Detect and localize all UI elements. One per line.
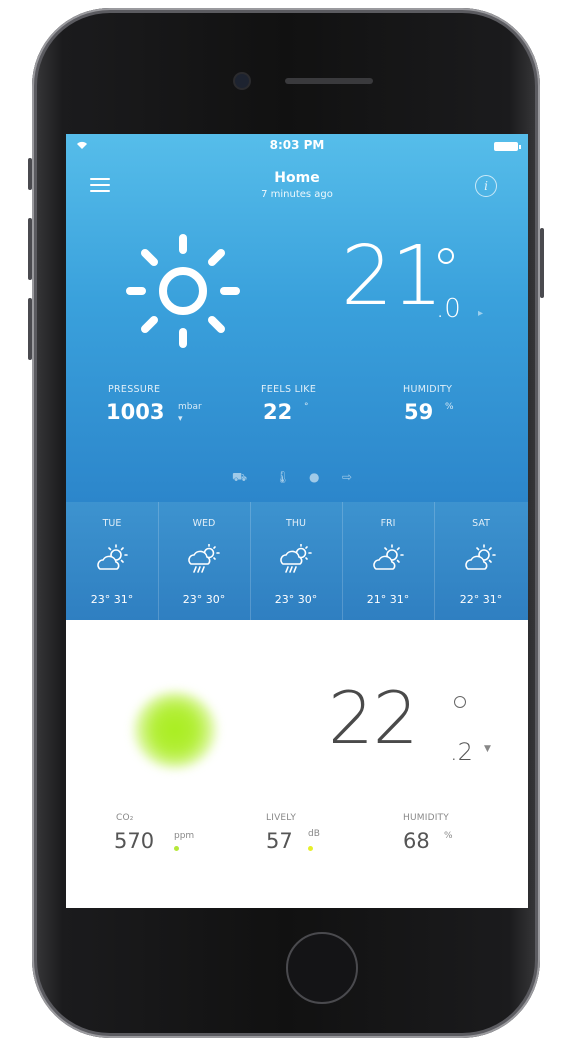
- pressure-value: 1003: [106, 400, 165, 424]
- forecast-day[interactable]: THU 23° 30°: [250, 502, 343, 620]
- outdoor-panel: 8:03 PM Home 7 minutes ago i 21 .0 ▸ PRE…: [66, 134, 528, 502]
- indoor-temperature-decimal: .2: [450, 738, 473, 766]
- module-icons-row: ⛟ 🌡︎ ● ⇨: [66, 470, 528, 490]
- pressure-trend-icon: ▾: [178, 414, 183, 424]
- forecast-day[interactable]: SAT 22° 31°: [434, 502, 528, 620]
- forecast-temps: 23° 31°: [90, 593, 134, 606]
- noise-value: 57: [266, 829, 293, 853]
- power-button: [540, 228, 544, 298]
- forecast-temps: 21° 31°: [366, 593, 410, 606]
- outdoor-temperature-decimal: .0: [436, 294, 461, 324]
- forecast-temps: 23° 30°: [182, 593, 226, 606]
- status-bar: 8:03 PM: [66, 134, 528, 156]
- rain-sun-icon: [188, 544, 220, 573]
- feels-like-label: FEELS LIKE: [261, 384, 317, 395]
- trend-arrow-icon: ▸: [478, 308, 484, 319]
- mute-switch: [28, 158, 32, 190]
- drop-icon[interactable]: ●: [309, 470, 319, 484]
- forecast-temps: 23° 30°: [274, 593, 318, 606]
- indoor-humidity-unit: %: [444, 831, 453, 841]
- noise-status-dot: [308, 846, 313, 851]
- degree-symbol: [438, 248, 454, 264]
- info-icon[interactable]: i: [475, 175, 497, 197]
- indoor-panel: 22 .2 ▼ CO₂ 570 ppm LIVELY 57 dB HUMIDIT…: [66, 620, 528, 908]
- humidity-value: 59: [404, 400, 434, 424]
- volume-up-button: [28, 218, 32, 280]
- status-time: 8:03 PM: [269, 138, 325, 152]
- partly-sunny-icon: [97, 544, 128, 570]
- forecast-day-name: FRI: [380, 518, 396, 529]
- pressure-unit: mbar: [178, 402, 202, 412]
- rain-sun-icon: [280, 544, 312, 573]
- last-update: 7 minutes ago: [261, 189, 333, 200]
- car-icon[interactable]: ⛟: [232, 470, 247, 486]
- front-camera: [235, 74, 249, 88]
- feels-like-unit: °: [304, 402, 309, 412]
- co2-status-dot: [174, 846, 179, 851]
- pressure-label: PRESSURE: [108, 384, 161, 395]
- air-quality-indicator[interactable]: [134, 692, 216, 768]
- feels-like-value: 22: [263, 400, 293, 424]
- indoor-temperature: 22: [328, 676, 419, 760]
- battery-icon: [494, 142, 521, 151]
- wifi-icon: [77, 141, 87, 149]
- home-button[interactable]: [286, 932, 358, 1004]
- station-title: Home: [274, 170, 320, 186]
- degree-symbol: [454, 696, 466, 708]
- indoor-humidity-value: 68: [403, 829, 430, 853]
- noise-label: LIVELY: [266, 813, 297, 823]
- forecast-day-name: WED: [192, 518, 216, 529]
- trend-down-icon: ▼: [484, 744, 491, 754]
- forecast-day-name: TUE: [102, 518, 122, 529]
- forecast-day[interactable]: FRI 21° 31°: [342, 502, 435, 620]
- earpiece-speaker: [285, 78, 373, 84]
- co2-unit: ppm: [174, 831, 195, 841]
- forecast-day[interactable]: WED 23° 30°: [158, 502, 251, 620]
- sun-icon: [126, 234, 240, 348]
- noise-unit: dB: [308, 829, 320, 839]
- thermometer-icon[interactable]: 🌡︎: [275, 470, 290, 484]
- volume-down-button: [28, 298, 32, 360]
- co2-label: CO₂: [116, 813, 134, 823]
- forecast-day[interactable]: TUE 23° 31°: [66, 502, 159, 620]
- partly-sunny-icon: [465, 544, 496, 570]
- forecast-day-name: SAT: [472, 518, 490, 529]
- forecast-temps: 22° 31°: [459, 593, 503, 606]
- partly-sunny-icon: [373, 544, 404, 570]
- app-screen: 8:03 PM Home 7 minutes ago i 21 .0 ▸ PRE…: [66, 134, 528, 908]
- indoor-humidity-label: HUMIDITY: [403, 813, 449, 823]
- co2-value: 570: [114, 829, 155, 853]
- forecast-day-name: THU: [286, 518, 306, 529]
- humidity-unit: %: [445, 402, 454, 412]
- wind-arrow-icon[interactable]: ⇨: [342, 470, 352, 484]
- forecast-row: TUE 23° 31° WED 23° 30° THU 23° 30° FRI …: [66, 502, 528, 620]
- humidity-label: HUMIDITY: [403, 384, 453, 395]
- outdoor-temperature: 21: [341, 229, 443, 324]
